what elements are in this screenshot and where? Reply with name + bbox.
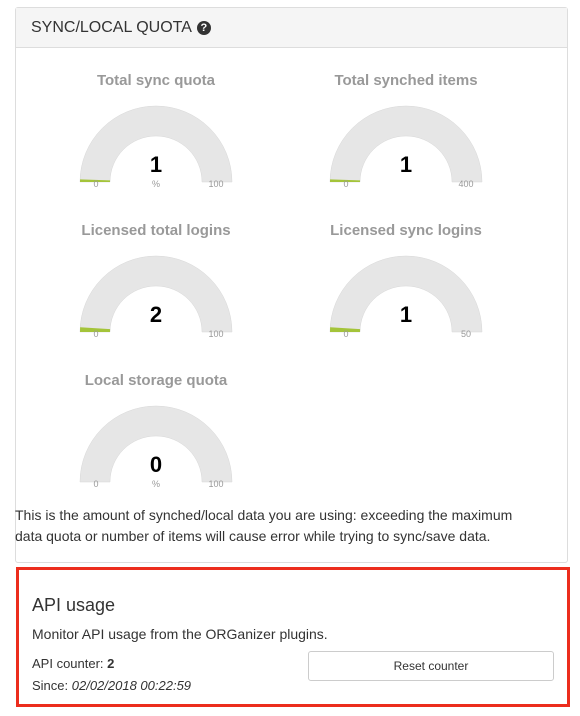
question-circle-icon[interactable]: ?	[196, 20, 211, 35]
api-since-value: 02/02/2018 00:22:59	[71, 678, 192, 693]
gauge-min: 0	[93, 179, 99, 189]
gauge-max: 100	[208, 179, 224, 189]
gauge-value: 0	[149, 452, 163, 477]
gauge-max: 50	[460, 329, 471, 339]
gauge-local-storage-quota: Local storage quota 0 % 0 100	[61, 372, 251, 507]
gauge-min: 0	[343, 179, 349, 189]
api-counter-value: 2	[107, 656, 115, 671]
reset-counter-button[interactable]: Reset counter	[308, 651, 554, 681]
gauge-min: 0	[343, 329, 349, 339]
gauge-max: 100	[208, 329, 224, 339]
api-counter: API counter: 2	[32, 656, 114, 671]
gauge-max: 100	[208, 479, 224, 489]
gauge-total-sync-quota: Total sync quota 1 % 0 100	[61, 72, 251, 207]
quota-note: This is the amount of synched/local data…	[15, 507, 513, 544]
gauge-value: 2	[149, 302, 163, 327]
gauge-total-synched-items: Total synched items 1 0 400	[311, 72, 501, 207]
panel-title: SYNC/LOCAL QUOTA	[31, 18, 192, 36]
gauge-max: 400	[458, 179, 474, 189]
api-counter-label: API counter:	[32, 656, 108, 671]
gauge-licensed-sync-logins: Licensed sync logins 1 0 50	[311, 222, 501, 357]
gauge-min: 0	[93, 329, 99, 339]
api-usage-description: Monitor API usage from the ORGanizer plu…	[32, 626, 328, 642]
gauge-value: 1	[149, 152, 163, 177]
api-since-label: Since:	[32, 678, 72, 693]
api-since: Since: 02/02/2018 00:22:59	[32, 678, 191, 693]
gauge-licensed-total-logins: Licensed total logins 2 0 100	[61, 222, 251, 357]
panel-heading: SYNC/LOCAL QUOTA ?	[16, 8, 567, 48]
api-usage-section: API usage Monitor API usage from the ORG…	[16, 567, 570, 707]
gauge-value: 1	[399, 302, 413, 327]
gauge-value: 1	[399, 152, 413, 177]
api-usage-title: API usage	[32, 595, 116, 615]
gauge-min: 0	[93, 479, 99, 489]
